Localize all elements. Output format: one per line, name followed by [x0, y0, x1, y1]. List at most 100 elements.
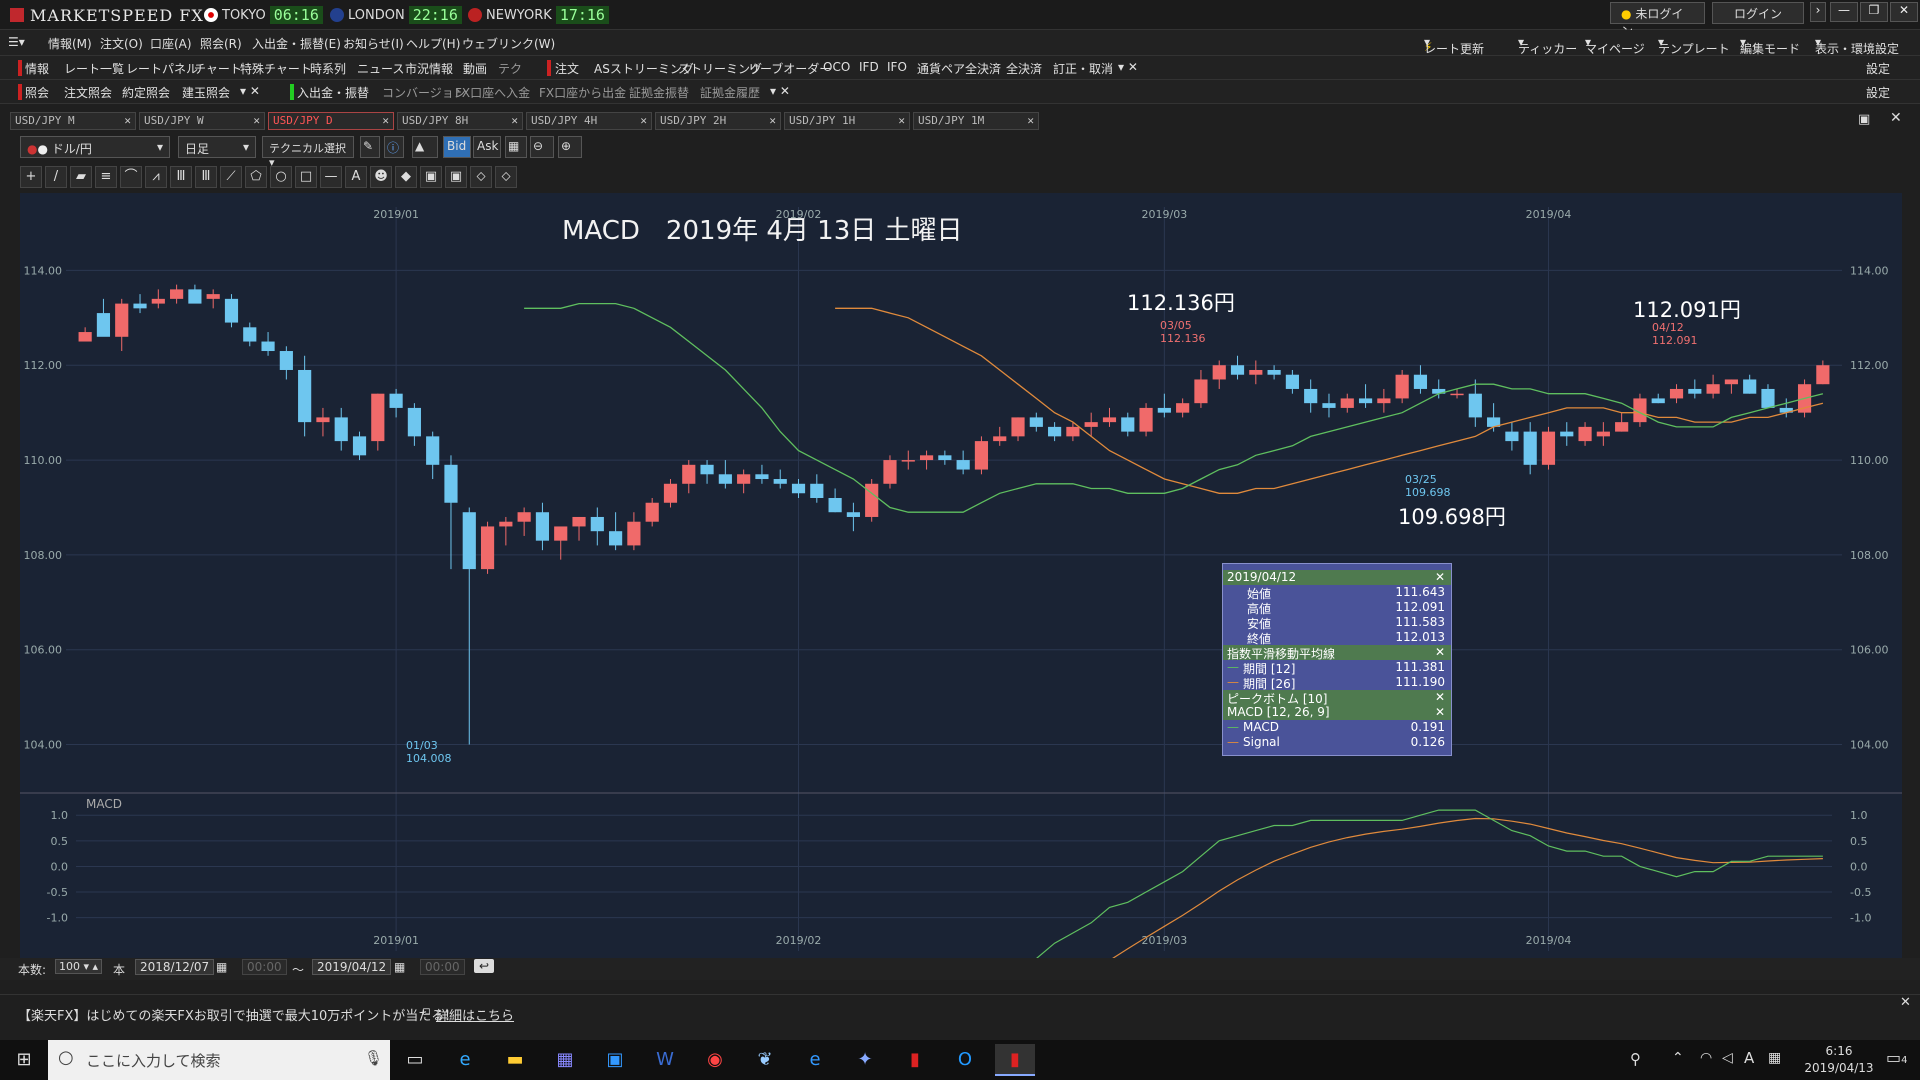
login-status[interactable]: ● 未ログイン	[1610, 2, 1705, 38]
menu-inquiry[interactable]: 照会(R)	[200, 35, 242, 52]
erase-select-icon[interactable]: ⬦	[495, 166, 517, 188]
tb-fx-withdraw[interactable]: FX口座から出金	[539, 84, 626, 101]
period-select[interactable]: 日足 ▾	[178, 136, 256, 158]
tb-info[interactable]: 情報	[25, 60, 49, 77]
technical-select[interactable]: テクニカル選択▾	[262, 136, 354, 169]
tb-settings-2[interactable]: 設定	[1866, 84, 1890, 101]
close-tab-icon[interactable]: ✕	[382, 114, 389, 127]
calendar-tray-icon[interactable]: ▦	[1768, 1050, 1781, 1066]
close-icon[interactable]: ✕	[1435, 645, 1445, 659]
tab-usd-jpy-m[interactable]: USD/JPY M ✕	[10, 112, 136, 130]
tb-dropdown-2[interactable]: ▾ ✕	[770, 84, 790, 98]
tb-exec-inquiry[interactable]: 約定照会	[122, 84, 170, 101]
close-tab-icon[interactable]: ✕	[511, 114, 518, 127]
pitchfork-icon[interactable]: Ⅲ	[170, 166, 192, 188]
tb-conversion[interactable]: コンバージョン	[382, 84, 466, 101]
tab-usd-jpy-1m[interactable]: USD/JPY 1M ✕	[913, 112, 1039, 130]
paste-icon[interactable]: ▣	[445, 166, 467, 188]
rate-update-menu[interactable]: ⚡ レート更新 ▾	[1424, 35, 1484, 56]
tb-special-chart[interactable]: 特殊チャート	[240, 60, 312, 77]
edit-mode-menu[interactable]: 編集モード ▾	[1740, 35, 1800, 56]
ask-button[interactable]: Ask	[473, 136, 501, 158]
close-tab-icon[interactable]: ✕	[253, 114, 260, 127]
count-select[interactable]: 100 ▾ ▴	[55, 959, 103, 974]
text-icon[interactable]: A	[345, 166, 367, 188]
tb-video[interactable]: 動画	[463, 60, 487, 77]
rectangle-icon[interactable]: □	[295, 166, 317, 188]
bid-button[interactable]: Bid	[443, 136, 471, 158]
network-icon[interactable]: ◠	[1700, 1050, 1712, 1066]
trendline-icon[interactable]: /	[45, 166, 67, 188]
tab-usd-jpy-w[interactable]: USD/JPY W ✕	[139, 112, 265, 130]
hlines-icon[interactable]: ≡	[95, 166, 117, 188]
circle-icon[interactable]: ○	[270, 166, 292, 188]
tb-margin-history[interactable]: 証拠金履歴	[700, 84, 760, 101]
microphone-icon[interactable]: 🎙	[364, 1049, 383, 1067]
tb-ifo[interactable]: IFO	[887, 60, 907, 74]
chart-type-icon[interactable]: ▲	[412, 136, 438, 158]
calendar-app-icon[interactable]: ▦	[545, 1044, 585, 1076]
zoom-in-icon[interactable]: ⊕	[558, 136, 582, 158]
info-icon[interactable]: ⓘ	[384, 136, 404, 158]
ad-link[interactable]: 詳細はこちら	[436, 1005, 514, 1024]
tab-usd-jpy-4h[interactable]: USD/JPY 4H ✕	[526, 112, 652, 130]
tab-usd-jpy-d[interactable]: USD/JPY D ✕	[268, 112, 394, 130]
close-icon[interactable]: ✕	[1435, 570, 1445, 584]
login-button[interactable]: ログイン	[1712, 2, 1804, 24]
close-tab-icon[interactable]: ✕	[640, 114, 647, 127]
calendar-icon[interactable]: ▦	[394, 960, 405, 974]
crosshair-icon[interactable]: +	[20, 166, 42, 188]
chrome-icon[interactable]: ◉	[695, 1044, 735, 1076]
tb-oco[interactable]: OCO	[823, 60, 850, 74]
currency-pair-select[interactable]: ●● ドル/円 ▾	[20, 136, 170, 158]
tb-ifd[interactable]: IFD	[859, 60, 879, 74]
close-tab-icon[interactable]: ✕	[1027, 114, 1034, 127]
tb-margin-transfer[interactable]: 証拠金振替	[629, 84, 689, 101]
taskbar-time[interactable]: 6:16	[1796, 1044, 1882, 1058]
pen-icon[interactable]: ✎	[360, 136, 380, 158]
chart-panel[interactable]: 114.00 114.00 112.00 112.00 110.00 110.00 108.…	[20, 193, 1902, 1077]
icon-tool-icon[interactable]: ☻	[370, 166, 392, 188]
tb-deposit-transfer[interactable]: 入出金・振替	[297, 84, 369, 101]
tb-rate-list[interactable]: レート一覧	[64, 60, 124, 77]
chart-svg[interactable]: 114.00 114.00 112.00 112.00 110.00 110.00 108.…	[20, 193, 1902, 1077]
bird-app-icon[interactable]: ❦	[745, 1044, 785, 1076]
expand-arrow-icon[interactable]: ›	[1810, 2, 1826, 22]
tray-up-icon[interactable]: ⌃	[1672, 1050, 1684, 1066]
close-tab-icon[interactable]: ✕	[769, 114, 776, 127]
edge-icon[interactable]: e	[795, 1044, 835, 1076]
people-icon[interactable]: ⚲	[1630, 1050, 1641, 1068]
calendar-icon[interactable]: ▦	[216, 960, 227, 974]
file-explorer-icon[interactable]: ▬	[495, 1044, 535, 1076]
close-tab-icon[interactable]: ✕	[124, 114, 131, 127]
menu-notice[interactable]: お知らせ(I)	[343, 35, 404, 52]
menu-account[interactable]: 口座(A)	[150, 35, 192, 52]
close-icon[interactable]: ✕	[1435, 690, 1445, 704]
close-button[interactable]: ✕	[1890, 2, 1918, 22]
tb-all-settle[interactable]: 全決済	[1006, 60, 1042, 77]
tb-chart[interactable]: チャート	[194, 60, 242, 77]
tb-timeseries[interactable]: 時系列	[310, 60, 346, 77]
tb-order[interactable]: 注文	[555, 60, 579, 77]
eraser-all-icon[interactable]: ⬦	[470, 166, 492, 188]
close-icon[interactable]: ✕	[1900, 995, 1911, 1010]
tb-dropdown-1[interactable]: ▾ ✕	[240, 84, 260, 98]
to-time-input[interactable]: 00:00	[420, 959, 465, 975]
tb-inquiry[interactable]: 照会	[25, 84, 49, 101]
tb-position-inquiry[interactable]: 建玉照会	[182, 84, 230, 101]
tb-leave-order[interactable]: リーブオーダー	[748, 60, 831, 77]
menu-help[interactable]: ヘルプ(H)	[406, 35, 460, 52]
display-settings-menu[interactable]: 表示・環境設定 ▾	[1815, 35, 1899, 56]
minimize-button[interactable]: —	[1830, 2, 1858, 22]
tb-news[interactable]: ニュース	[357, 60, 404, 77]
hline-icon[interactable]: —	[320, 166, 342, 188]
tb-order-inquiry[interactable]: 注文照会	[64, 84, 112, 101]
eraser-icon[interactable]: ▰	[70, 166, 92, 188]
window-close-icon[interactable]: ✕	[1890, 110, 1902, 126]
taskbar-search-box[interactable]: ○ ここに入力して検索 🎙	[48, 1040, 390, 1080]
tb-tech[interactable]: テク	[498, 60, 522, 77]
close-icon[interactable]: ✕	[1435, 705, 1445, 719]
from-date-input[interactable]: 2018/12/07	[135, 959, 215, 975]
vlines-icon[interactable]: Ⅲ	[195, 166, 217, 188]
marketspeed-fx-icon[interactable]: ▮	[995, 1044, 1035, 1076]
